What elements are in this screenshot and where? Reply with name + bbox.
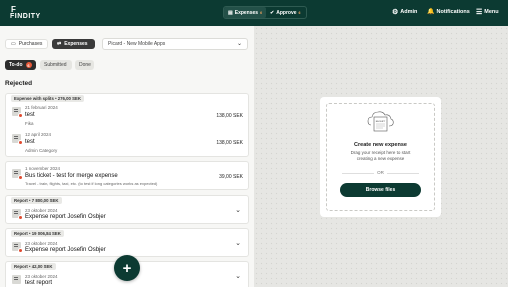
expense-amount: 138,00 SEK: [216, 113, 243, 119]
report-tag: Report • 19 006,84 SEK: [11, 230, 64, 237]
expenses-tab[interactable]: ⇄ Expenses: [52, 39, 95, 49]
expense-category: Admin Category: [25, 148, 58, 153]
expense-date: 12 april 2024: [25, 132, 52, 137]
expense-category: Fika: [25, 121, 34, 126]
create-expense-panel: RECEIPT Create new expense Drag your rec…: [320, 97, 441, 217]
plus-icon: +: [122, 259, 132, 277]
chevron-down-icon[interactable]: ⌄: [235, 239, 241, 247]
report-date: 23 oktober 2024: [25, 208, 58, 213]
admin-button[interactable]: ⚙ Admin: [392, 8, 417, 16]
filter-todo[interactable]: To-do 6: [5, 60, 36, 70]
report-thumb-icon: [12, 275, 21, 284]
findity-logo[interactable]: F FINDITY: [10, 6, 41, 21]
report-thumb-icon: [12, 242, 23, 253]
expense-card[interactable]: 1 november 2024 Bus ticket - test for me…: [5, 161, 249, 190]
expense-amount: 39,00 SEK: [219, 174, 243, 180]
swap-icon: ⇄: [57, 41, 62, 47]
add-expense-button[interactable]: +: [114, 255, 140, 281]
upload-desc-2: creating a new expense: [356, 156, 405, 161]
receipt-icon: ▤: [228, 9, 233, 16]
upload-title: Create new expense: [354, 142, 407, 148]
expense-category: Travel - train, flights, taxi, etc. (to …: [25, 181, 158, 186]
receipt-cloud-icon: RECEIPT: [367, 111, 394, 132]
report-name: test report: [25, 280, 53, 286]
receipt-thumb-icon: [12, 169, 23, 180]
expense-date: 21 februari 2024: [25, 105, 58, 110]
section-title: Rejected: [5, 80, 33, 87]
report-card[interactable]: Report • 7 800,00 SEK 23 oktober 2024 Ex…: [5, 195, 249, 224]
expense-name: Bus ticket - test for merge expense: [25, 173, 118, 179]
report-tag: Report • 7 800,00 SEK: [11, 197, 62, 204]
tab-expenses[interactable]: ▤ Expenses 6: [224, 7, 267, 18]
report-card[interactable]: Report • 19 006,84 SEK 23 oktober 2024 E…: [5, 228, 249, 257]
expense-name: test: [25, 139, 35, 145]
mode-switch: ▤ Expenses 6 ✔ Approve 6: [223, 6, 307, 19]
card-icon: ▭: [11, 41, 16, 47]
filter-done[interactable]: Done: [75, 60, 94, 70]
purchases-tab[interactable]: ▭ Purchases: [5, 39, 48, 49]
hamburger-icon: ☰: [476, 9, 483, 16]
top-bar: F FINDITY ▤ Expenses 6 ✔ Approve 6 ⚙ Admin 🔔 No…: [0, 0, 508, 26]
expense-name: test: [25, 112, 35, 118]
report-tag: Report • 42,00 SEK: [11, 263, 56, 270]
report-date: 23 oktober 2024: [25, 274, 58, 279]
check-circle-icon: ✔: [270, 9, 275, 16]
menu-button[interactable]: ☰ Menu: [476, 8, 499, 16]
chevron-down-icon: ⌄: [236, 41, 242, 47]
tab-approve[interactable]: ✔ Approve 6: [266, 7, 304, 18]
expense-amount: 138,00 SEK: [216, 140, 243, 146]
gear-icon: ⚙: [392, 9, 399, 16]
report-name: Expense report Josefin Osbjer: [25, 247, 106, 253]
report-thumb-icon: [12, 209, 23, 220]
report-date: 23 oktober 2024: [25, 241, 58, 246]
chevron-down-icon[interactable]: ⌄: [235, 272, 241, 280]
or-label: OR: [374, 170, 387, 175]
workspace-select[interactable]: Picard - New Mobile Apps ⌄: [102, 38, 248, 50]
upload-desc-1: Drag your receipt here to start: [350, 150, 411, 155]
receipt-label: RECEIPT: [376, 121, 386, 123]
expense-date: 1 november 2024: [25, 166, 61, 171]
receipt-thumb-icon: [12, 107, 23, 118]
bell-icon: 🔔: [427, 9, 435, 15]
notifications-button[interactable]: 🔔 Notifications: [427, 8, 470, 16]
receipt-thumb-icon: [12, 134, 23, 145]
browse-files-button[interactable]: Browse files: [340, 183, 421, 197]
report-name: Expense report Josefin Osbjer: [25, 214, 106, 220]
split-tag: Expense with splits • 276,00 SEK: [11, 95, 84, 102]
chevron-down-icon[interactable]: ⌄: [235, 206, 241, 214]
expense-split-card[interactable]: Expense with splits • 276,00 SEK 21 febr…: [5, 93, 249, 157]
filter-submitted[interactable]: Submitted: [40, 60, 72, 70]
